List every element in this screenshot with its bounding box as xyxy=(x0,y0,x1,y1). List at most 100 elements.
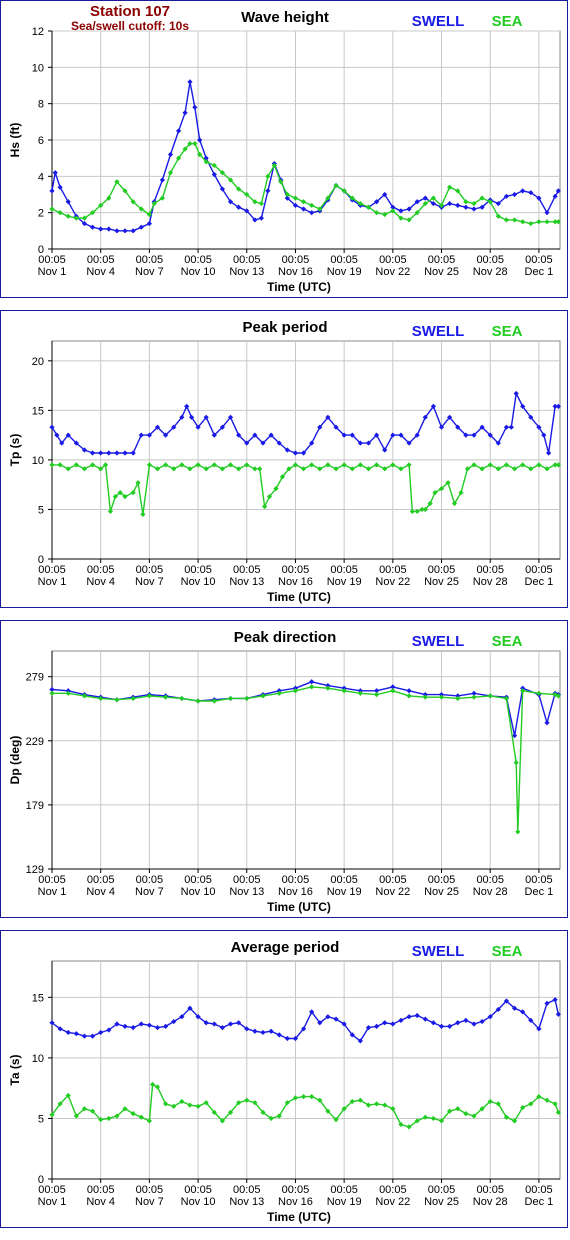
x-tick-time: 00:05 xyxy=(136,564,164,576)
x-tick-date: Dec 1 xyxy=(525,266,554,278)
chart-title: Average period xyxy=(231,939,340,956)
x-tick-time: 00:05 xyxy=(184,1184,212,1196)
x-tick-time: 00:05 xyxy=(476,1184,504,1196)
x-tick-time: 00:05 xyxy=(233,254,261,266)
x-tick-time: 00:05 xyxy=(184,254,212,266)
x-tick-date: Nov 28 xyxy=(473,576,508,588)
x-tick-time: 00:05 xyxy=(525,254,553,266)
x-tick-date: Nov 16 xyxy=(278,886,313,898)
x-tick-time: 00:05 xyxy=(38,564,66,576)
legend-swell: SWELL xyxy=(412,13,465,30)
y-tick-label: 8 xyxy=(38,99,44,111)
y-tick-label: 2 xyxy=(38,208,44,220)
y-tick-label: 20 xyxy=(32,356,44,368)
y-tick-label: 5 xyxy=(38,1113,44,1125)
peak-direction-panel: 129 179 229 279 00:05 Nov 1 00:05 Nov 4 00:05 Nov… xyxy=(0,620,568,918)
x-tick-date: Nov 4 xyxy=(86,1196,115,1208)
x-tick-time: 00:05 xyxy=(428,254,456,266)
legend-sea: SEA xyxy=(492,633,523,650)
y-tick-label: 15 xyxy=(32,992,44,1004)
y-tick-label: 5 xyxy=(38,504,44,516)
x-tick-time: 00:05 xyxy=(476,564,504,576)
y-tick-label: 15 xyxy=(32,405,44,417)
x-tick-date: Nov 10 xyxy=(181,1196,216,1208)
x-tick-date: Nov 7 xyxy=(135,1196,164,1208)
x-axis-label: Time (UTC) xyxy=(267,900,331,914)
x-tick-time: 00:05 xyxy=(87,1184,115,1196)
average-period-chart: 05101500:05Nov 100:05Nov 400:05Nov 700:0… xyxy=(8,939,561,1224)
peak-period-chart: 0510152000:05Nov 100:05Nov 400:05Nov 700… xyxy=(8,319,561,604)
x-tick-date: Nov 4 xyxy=(86,266,115,278)
x-tick-date: Nov 10 xyxy=(181,266,216,278)
y-tick-label: 10 xyxy=(32,455,44,467)
x-tick-time: 00:05 xyxy=(87,564,115,576)
x-tick-time: 00:05 xyxy=(428,564,456,576)
legend-swell: SWELL xyxy=(412,323,465,340)
x-axis-label: Time (UTC) xyxy=(267,280,331,294)
x-tick-date: Nov 1 xyxy=(38,266,67,278)
x-tick-date: Nov 7 xyxy=(135,576,164,588)
x-tick-date: Nov 7 xyxy=(135,886,164,898)
x-tick-time: 00:05 xyxy=(282,1184,310,1196)
x-tick-date: Nov 13 xyxy=(229,1196,264,1208)
y-axis-label: Tp (s) xyxy=(8,434,22,467)
x-tick-time: 00:05 xyxy=(476,254,504,266)
peak-direction-chart: 12917922927900:05Nov 100:05Nov 400:05Nov… xyxy=(8,629,561,914)
y-tick-label: 4 xyxy=(38,171,44,183)
x-tick-time: 00:05 xyxy=(38,1184,66,1196)
x-tick-date: Nov 13 xyxy=(229,886,264,898)
legend-sea: SEA xyxy=(492,13,523,30)
x-tick-date: Nov 7 xyxy=(135,266,164,278)
x-tick-time: 00:05 xyxy=(233,564,261,576)
legend-swell: SWELL xyxy=(412,943,465,960)
x-tick-time: 00:05 xyxy=(428,1184,456,1196)
y-axis-label: Ta (s) xyxy=(8,1054,22,1085)
x-tick-date: Nov 22 xyxy=(375,1196,410,1208)
x-tick-date: Nov 28 xyxy=(473,886,508,898)
x-tick-time: 00:05 xyxy=(87,254,115,266)
x-tick-time: 00:05 xyxy=(282,564,310,576)
x-tick-date: Nov 28 xyxy=(473,266,508,278)
wave-height-panel: 0 2 4 6 8 10 12 00:05 Nov 1 00:05 Nov 4 00:05 Nov 70… xyxy=(0,0,568,298)
x-tick-time: 00:05 xyxy=(428,874,456,886)
x-tick-time: 00:05 xyxy=(379,564,407,576)
x-tick-time: 00:05 xyxy=(379,254,407,266)
x-tick-date: Nov 19 xyxy=(327,886,362,898)
x-tick-time: 00:05 xyxy=(525,564,553,576)
x-tick-date: Nov 28 xyxy=(473,1196,508,1208)
x-tick-date: Nov 16 xyxy=(278,576,313,588)
x-tick-time: 00:05 xyxy=(38,254,66,266)
peak-period-panel: 0 5 10 15 20 00:05 Nov 1 00:05 Nov 4 00:05 Nov 7 00… xyxy=(0,310,568,608)
x-tick-date: Dec 1 xyxy=(525,576,554,588)
x-tick-time: 00:05 xyxy=(136,874,164,886)
x-tick-time: 00:05 xyxy=(233,874,261,886)
x-tick-time: 00:05 xyxy=(184,874,212,886)
x-tick-date: Dec 1 xyxy=(525,1196,554,1208)
y-axis-label: Hs (ft) xyxy=(8,123,22,158)
x-tick-date: Nov 4 xyxy=(86,576,115,588)
chart-title: Wave height xyxy=(241,9,329,26)
x-axis-label: Time (UTC) xyxy=(267,590,331,604)
x-tick-date: Nov 22 xyxy=(375,266,410,278)
station-name: Station 107 xyxy=(90,3,170,20)
x-tick-date: Nov 10 xyxy=(181,576,216,588)
x-tick-time: 00:05 xyxy=(282,254,310,266)
x-tick-date: Nov 25 xyxy=(424,1196,459,1208)
x-tick-date: Nov 1 xyxy=(38,886,67,898)
x-tick-time: 00:05 xyxy=(379,874,407,886)
y-tick-label: 10 xyxy=(32,1053,44,1065)
x-tick-date: Nov 4 xyxy=(86,886,115,898)
y-tick-label: 6 xyxy=(38,135,44,147)
x-tick-date: Nov 13 xyxy=(229,576,264,588)
x-tick-time: 00:05 xyxy=(330,874,358,886)
x-tick-date: Nov 25 xyxy=(424,576,459,588)
x-tick-date: Nov 1 xyxy=(38,1196,67,1208)
y-tick-label: 12 xyxy=(32,26,44,38)
x-tick-time: 00:05 xyxy=(379,1184,407,1196)
x-tick-date: Nov 25 xyxy=(424,266,459,278)
y-tick-label: 10 xyxy=(32,62,44,74)
average-period-panel: 0 5 10 15 00:05 Nov 1 00:05 Nov 4 00:05 Nov 7 00:0… xyxy=(0,930,568,1228)
x-tick-time: 00:05 xyxy=(330,564,358,576)
y-axis-label: Dp (deg) xyxy=(8,736,22,785)
x-tick-time: 00:05 xyxy=(38,874,66,886)
